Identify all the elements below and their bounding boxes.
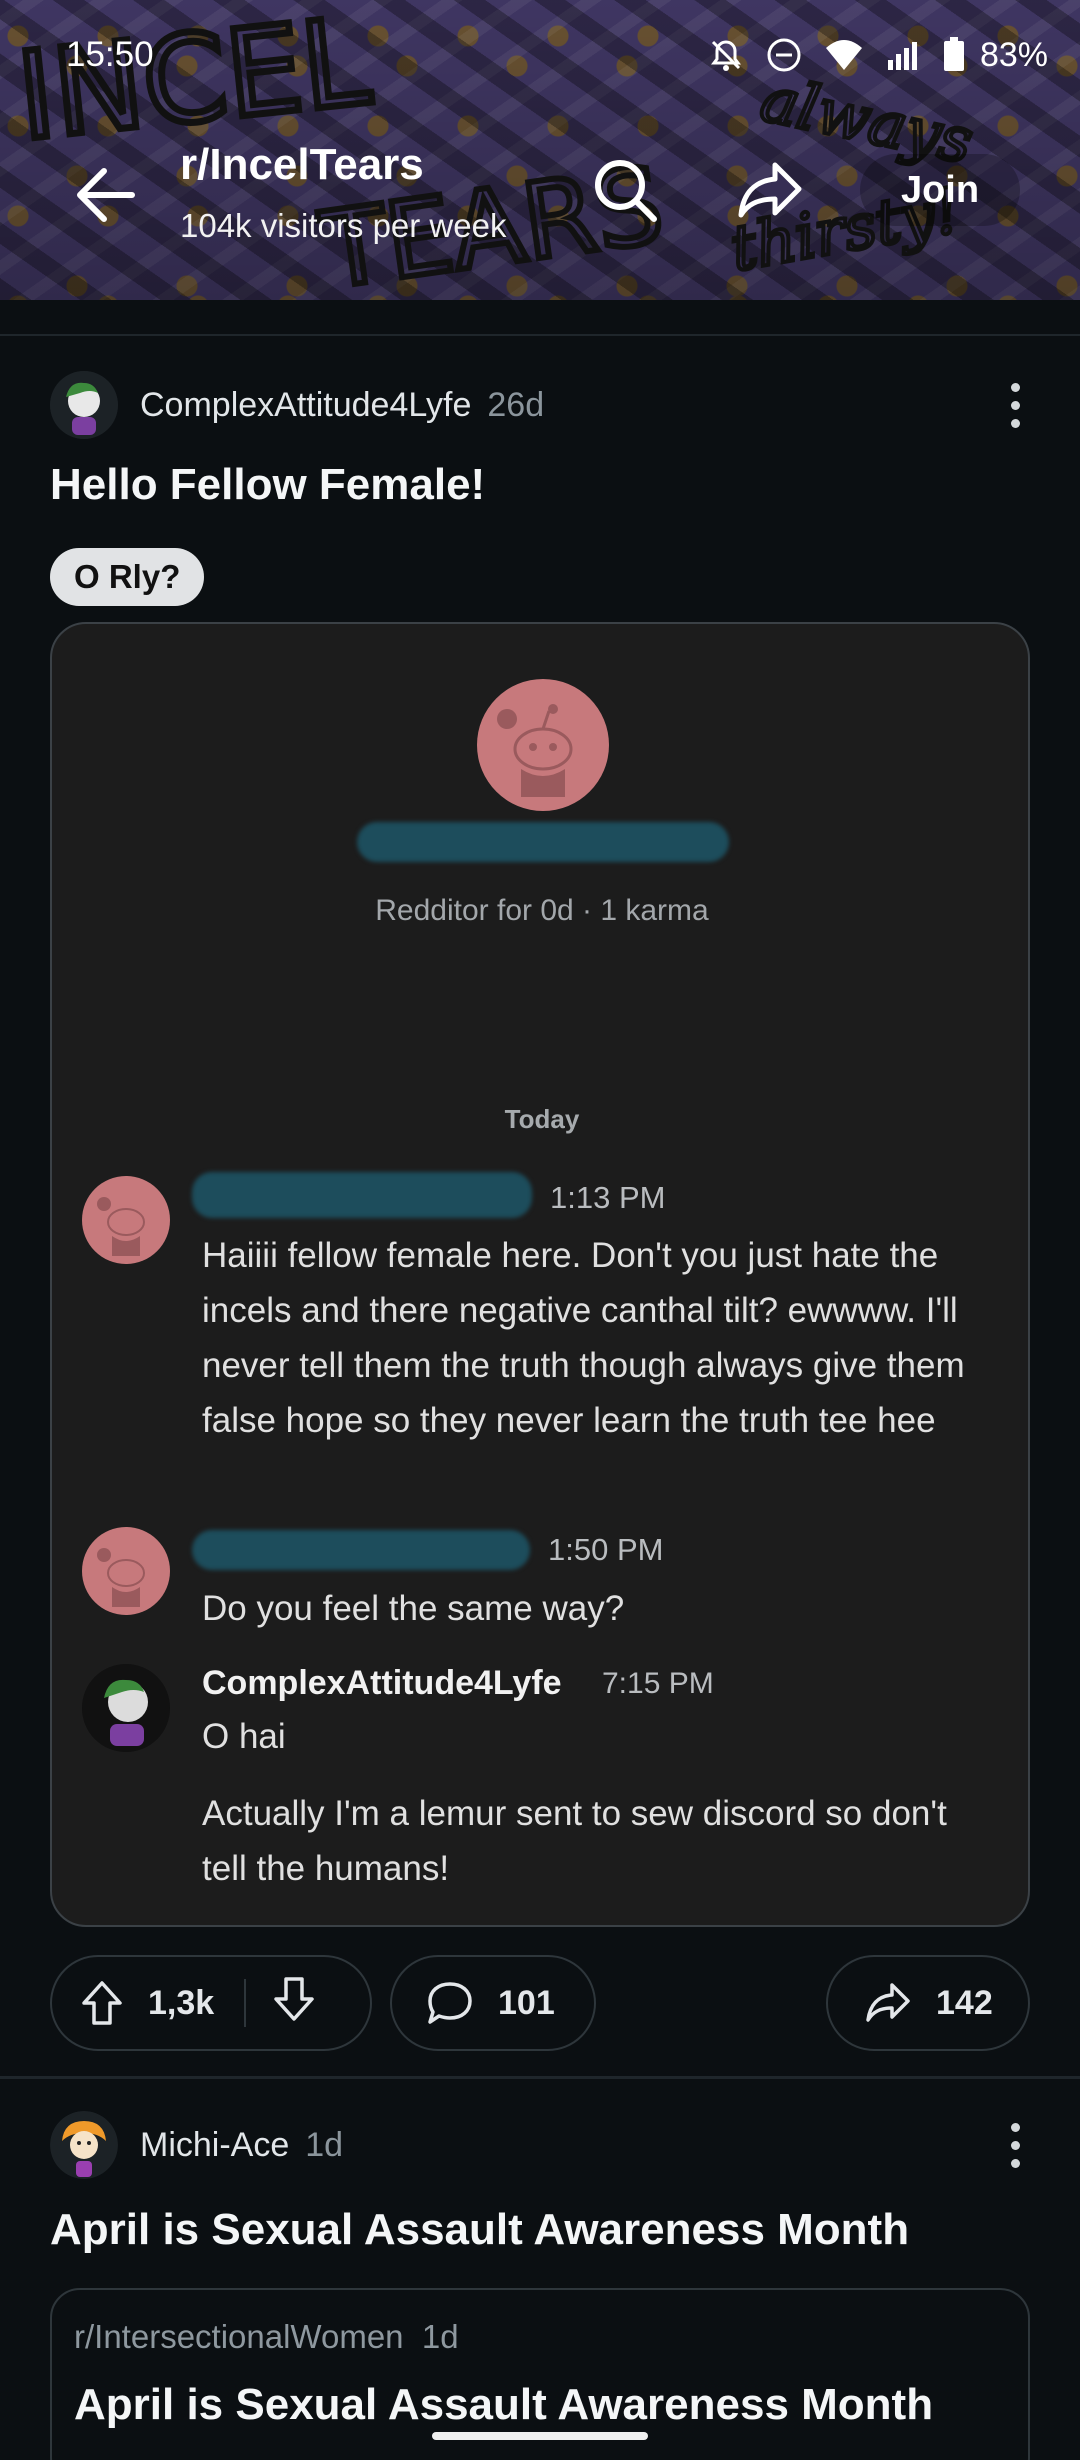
post-divider bbox=[0, 2076, 1080, 2079]
message-text: Do you feel the same way? bbox=[202, 1589, 625, 1628]
more-dot-icon bbox=[1010, 2140, 1020, 2150]
app-bar: r/IncelTears 104k visitors per week Join bbox=[0, 130, 1080, 260]
vote-control: 1,3k bbox=[50, 1955, 372, 2051]
downvote-button[interactable] bbox=[272, 1975, 316, 2032]
message-time: 7:15 PM bbox=[602, 1667, 714, 1700]
comments-button[interactable]: 101 bbox=[390, 1955, 596, 2051]
message-avatar bbox=[82, 1664, 170, 1752]
redacted-username bbox=[192, 1172, 532, 1218]
more-options-button[interactable] bbox=[990, 2118, 1040, 2172]
vote-count: 1,3k bbox=[148, 1983, 215, 2022]
downvote-arrow-icon bbox=[274, 1976, 314, 2021]
day-separator: Today bbox=[504, 1104, 580, 1134]
search-icon bbox=[595, 160, 657, 222]
post-meta: Michi-Ace 1d bbox=[50, 2110, 1040, 2180]
message-time: 1:13 PM bbox=[550, 1180, 666, 1215]
author-avatar[interactable] bbox=[50, 2111, 118, 2179]
status-icons: 83% bbox=[708, 36, 1048, 75]
share-icon bbox=[738, 162, 802, 218]
more-dot-icon bbox=[1010, 382, 1020, 392]
post-image[interactable]: Redditor for 0d · 1 karma Today 1:13 PM … bbox=[50, 622, 1030, 1927]
more-options-button[interactable] bbox=[990, 378, 1040, 432]
redacted-username bbox=[192, 1530, 530, 1570]
bell-off-icon bbox=[710, 40, 741, 71]
battery-percent: 83% bbox=[979, 35, 1048, 74]
vote-separator bbox=[244, 1979, 246, 2027]
crosspost-meta: r/IntersectionalWomen 1d bbox=[74, 2318, 459, 2356]
post-author[interactable]: Michi-Ace bbox=[140, 2126, 289, 2165]
back-button[interactable] bbox=[70, 160, 140, 230]
status-bar: 15:50 83% bbox=[0, 30, 1080, 80]
subreddit-name[interactable]: r/IncelTears bbox=[180, 140, 424, 190]
post-flair[interactable]: O Rly? bbox=[50, 548, 205, 606]
lemur-avatar-icon bbox=[50, 371, 118, 439]
search-button[interactable] bbox=[590, 155, 660, 225]
post-meta: ComplexAttitude4Lyfe 26d bbox=[50, 370, 1040, 440]
upvote-arrow-icon bbox=[82, 1981, 122, 2025]
share-count: 142 bbox=[936, 1983, 993, 2022]
subreddit-banner: INCEL TEARS always thirsty! 15:50 83% r/… bbox=[0, 0, 1080, 300]
arrow-left-icon bbox=[77, 168, 135, 222]
cartoon-avatar-icon bbox=[50, 2111, 118, 2179]
upvote-button[interactable] bbox=[52, 1979, 124, 2027]
crosspost-title: April is Sexual Assault Awareness Month bbox=[74, 2380, 934, 2429]
snoo-icon bbox=[497, 704, 573, 797]
post-age: 26d bbox=[487, 385, 545, 424]
redacted-username bbox=[357, 822, 729, 862]
crosspost-subreddit[interactable]: r/IntersectionalWomen bbox=[74, 2318, 404, 2355]
wifi-icon bbox=[825, 40, 862, 70]
more-dot-icon bbox=[1010, 2122, 1020, 2132]
status-time: 15:50 bbox=[66, 35, 154, 74]
subreddit-visitors: 104k visitors per week bbox=[180, 207, 507, 244]
message-text: Actually I'm a lemur sent to sew discord… bbox=[202, 1794, 947, 1888]
post-actions: 1,3k 101 142 bbox=[50, 1955, 1030, 2051]
post-title[interactable]: April is Sexual Assault Awareness Month bbox=[50, 2205, 909, 2255]
snoo-icon bbox=[97, 1197, 145, 1256]
message-text: Haiiii fellow female here. Don't you jus… bbox=[202, 1236, 965, 1440]
message-time: 1:50 PM bbox=[548, 1532, 664, 1567]
message-text: O hai bbox=[202, 1717, 286, 1756]
lemur-avatar-icon bbox=[82, 1664, 170, 1752]
profile-avatar bbox=[477, 679, 609, 811]
more-dot-icon bbox=[1010, 400, 1020, 410]
share-icon bbox=[866, 1983, 910, 2022]
share-subreddit-button[interactable] bbox=[735, 155, 805, 225]
share-button[interactable]: 142 bbox=[826, 1955, 1030, 2051]
comment-count: 101 bbox=[498, 1983, 555, 2022]
battery-icon bbox=[943, 37, 964, 71]
signal-icon bbox=[887, 42, 917, 70]
snoo-icon bbox=[97, 1548, 145, 1607]
message-avatar bbox=[82, 1176, 170, 1264]
home-indicator[interactable] bbox=[432, 2432, 648, 2440]
join-button[interactable]: Join bbox=[860, 154, 1020, 226]
comment-bubble-icon bbox=[428, 1982, 472, 2024]
post-title[interactable]: Hello Fellow Female! bbox=[50, 460, 485, 510]
message-avatar bbox=[82, 1527, 170, 1615]
author-avatar[interactable] bbox=[50, 371, 118, 439]
crosspost-age: 1d bbox=[421, 2318, 459, 2355]
post-age: 1d bbox=[305, 2125, 344, 2164]
profile-info: Redditor for 0d · 1 karma bbox=[375, 894, 709, 927]
more-dot-icon bbox=[1010, 418, 1020, 428]
section-divider bbox=[0, 334, 1080, 336]
do-not-disturb-icon bbox=[767, 38, 801, 72]
more-dot-icon bbox=[1010, 2158, 1020, 2168]
post-author[interactable]: ComplexAttitude4Lyfe bbox=[140, 386, 471, 425]
message-sender: ComplexAttitude4Lyfe bbox=[202, 1664, 562, 1702]
